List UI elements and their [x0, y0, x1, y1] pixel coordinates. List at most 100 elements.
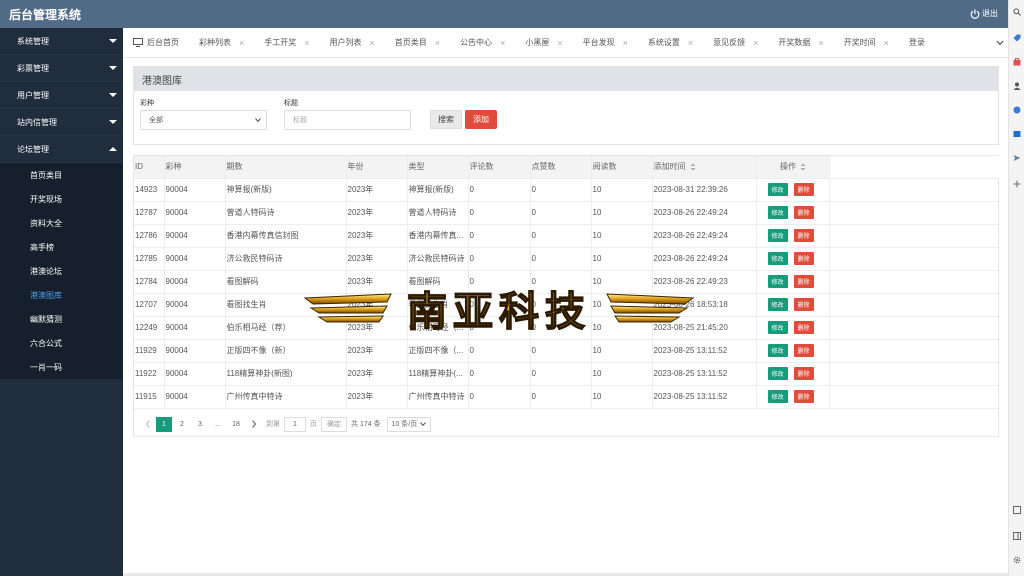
- title-input[interactable]: 标题: [284, 110, 411, 130]
- close-icon[interactable]: ×: [557, 38, 562, 48]
- close-icon[interactable]: ×: [370, 38, 375, 48]
- col-header-time[interactable]: 添加时间: [652, 156, 757, 179]
- cell-empty: [829, 362, 1000, 386]
- screenshot-icon[interactable]: [1013, 506, 1021, 514]
- outlook-icon[interactable]: [1013, 130, 1021, 138]
- briefcase-icon[interactable]: [1013, 58, 1021, 66]
- sidebar-item-gallery[interactable]: 港澳图库: [0, 283, 123, 307]
- office-icon[interactable]: [1013, 106, 1021, 114]
- tab-feedback[interactable]: 意见反馈 ×: [713, 37, 758, 48]
- edit-button[interactable]: 修改: [767, 344, 788, 357]
- delete-button[interactable]: 删除: [793, 298, 814, 311]
- edit-button[interactable]: 修改: [767, 298, 788, 311]
- page-2[interactable]: 2: [174, 417, 190, 432]
- delete-button[interactable]: 删除: [793, 367, 814, 380]
- delete-button[interactable]: 删除: [793, 252, 814, 265]
- lottery-select[interactable]: 全部: [140, 110, 267, 130]
- tab-label: 公告中心: [460, 38, 493, 47]
- sidebar-item-formula[interactable]: 六合公式: [0, 331, 123, 355]
- sidebar-item-one-code[interactable]: 一肖一码: [0, 355, 123, 379]
- tab-login[interactable]: 登录: [909, 37, 925, 48]
- tab-draw-time[interactable]: 开奖时间 ×: [844, 37, 889, 48]
- close-icon[interactable]: ×: [304, 38, 309, 48]
- sidebar-item-experts[interactable]: 高手榜: [0, 235, 123, 259]
- cell-id: 11915: [134, 385, 165, 409]
- col-header-actions[interactable]: 操作: [756, 156, 830, 179]
- cell-id: 11929: [134, 339, 165, 363]
- search-button[interactable]: 搜索: [430, 110, 462, 129]
- edit-button[interactable]: 修改: [767, 275, 788, 288]
- caret-down-icon: [109, 120, 117, 124]
- cell-likes: 0: [530, 339, 592, 363]
- close-icon[interactable]: ×: [884, 38, 889, 48]
- search-icon[interactable]: [1013, 8, 1021, 16]
- page-1[interactable]: 1: [156, 416, 172, 432]
- sidebar-item-materials[interactable]: 资料大全: [0, 211, 123, 235]
- logout-button[interactable]: 退出: [970, 8, 998, 19]
- cell-time: 2023-08-25 13:11:52: [652, 362, 757, 386]
- sidebar-item-draw-live[interactable]: 开奖现场: [0, 187, 123, 211]
- sidebar-group-lottery[interactable]: 彩票管理: [0, 55, 123, 82]
- delete-button[interactable]: 删除: [793, 321, 814, 334]
- delete-button[interactable]: 删除: [793, 206, 814, 219]
- tab-notice-center[interactable]: 公告中心 ×: [460, 37, 505, 48]
- close-icon[interactable]: ×: [818, 38, 823, 48]
- plus-icon[interactable]: [1013, 180, 1021, 188]
- page-size-select[interactable]: 10 条/页: [386, 416, 432, 432]
- tab-lottery-list[interactable]: 彩种列表 ×: [199, 37, 244, 48]
- tab-user-list[interactable]: 用户列表 ×: [330, 37, 375, 48]
- edit-button[interactable]: 修改: [767, 252, 788, 265]
- sidebar-item-forum[interactable]: 港澳论坛: [0, 259, 123, 283]
- edit-button[interactable]: 修改: [767, 183, 788, 196]
- close-icon[interactable]: ×: [239, 38, 244, 48]
- add-button[interactable]: 添加: [465, 110, 497, 129]
- tab-discover[interactable]: 平台发现 ×: [583, 37, 628, 48]
- sidebar-group-users[interactable]: 用户管理: [0, 82, 123, 109]
- sidebar-item-home-category[interactable]: 首页类目: [0, 163, 123, 187]
- delete-button[interactable]: 删除: [793, 390, 814, 403]
- table-header-row: ID 彩种 期数 年份 类型 评论数 点赞数 阅读数 添加时间 操作: [134, 156, 1000, 179]
- tab-draw-data[interactable]: 开奖数据 ×: [778, 37, 823, 48]
- delete-button[interactable]: 删除: [793, 229, 814, 242]
- tab-home-category[interactable]: 首页类目 ×: [395, 37, 440, 48]
- cell-year: 2023年: [346, 201, 408, 225]
- delete-button[interactable]: 删除: [793, 275, 814, 288]
- sidebar-item-humor[interactable]: 幽默猜测: [0, 307, 123, 331]
- tab-label: 系统设置: [647, 38, 680, 47]
- chevron-right-icon[interactable]: [251, 420, 257, 428]
- page-3[interactable]: 3: [192, 417, 208, 432]
- edit-button[interactable]: 修改: [767, 390, 788, 403]
- sidebar-group-system[interactable]: 系统管理: [0, 28, 123, 55]
- close-icon[interactable]: ×: [500, 38, 505, 48]
- sidebar-group-messages[interactable]: 站内信管理: [0, 109, 123, 136]
- edit-button[interactable]: 修改: [767, 229, 788, 242]
- tab-blacklist[interactable]: 小黑屋 ×: [525, 37, 562, 48]
- sidebar-group-forum[interactable]: 论坛管理: [0, 136, 123, 163]
- cell-type: 神算报(新版): [407, 178, 469, 202]
- close-icon[interactable]: ×: [753, 38, 758, 48]
- edit-button[interactable]: 修改: [767, 321, 788, 334]
- tab-home[interactable]: 后台首页: [133, 37, 179, 48]
- col-header-label: 操作: [780, 162, 796, 172]
- delete-button[interactable]: 删除: [793, 344, 814, 357]
- edit-button[interactable]: 修改: [767, 206, 788, 219]
- tab-manual-draw[interactable]: 手工开奖 ×: [264, 37, 309, 48]
- close-icon[interactable]: ×: [435, 38, 440, 48]
- tag-icon[interactable]: [1013, 34, 1021, 42]
- goto-page-input[interactable]: 1: [284, 416, 306, 432]
- confirm-button[interactable]: 确定: [321, 416, 347, 432]
- forum-submenu: 首页类目 开奖现场 资料大全 高手榜 港澳论坛 港澳图库 幽默猜测 六合公式 一…: [0, 163, 123, 379]
- cell-actions: 修改 删除: [756, 201, 830, 225]
- page-18[interactable]: 18: [228, 417, 244, 432]
- chevron-down-icon[interactable]: [996, 39, 1004, 47]
- delete-button[interactable]: 删除: [793, 183, 814, 196]
- edit-button[interactable]: 修改: [767, 367, 788, 380]
- gear-icon[interactable]: [1013, 556, 1021, 564]
- send-icon[interactable]: [1013, 154, 1021, 162]
- user-icon[interactable]: [1013, 82, 1021, 90]
- close-icon[interactable]: ×: [623, 38, 628, 48]
- panel-icon[interactable]: [1013, 532, 1021, 540]
- close-icon[interactable]: ×: [688, 38, 693, 48]
- chevron-left-icon[interactable]: [145, 420, 151, 428]
- tab-settings[interactable]: 系统设置 ×: [648, 37, 693, 48]
